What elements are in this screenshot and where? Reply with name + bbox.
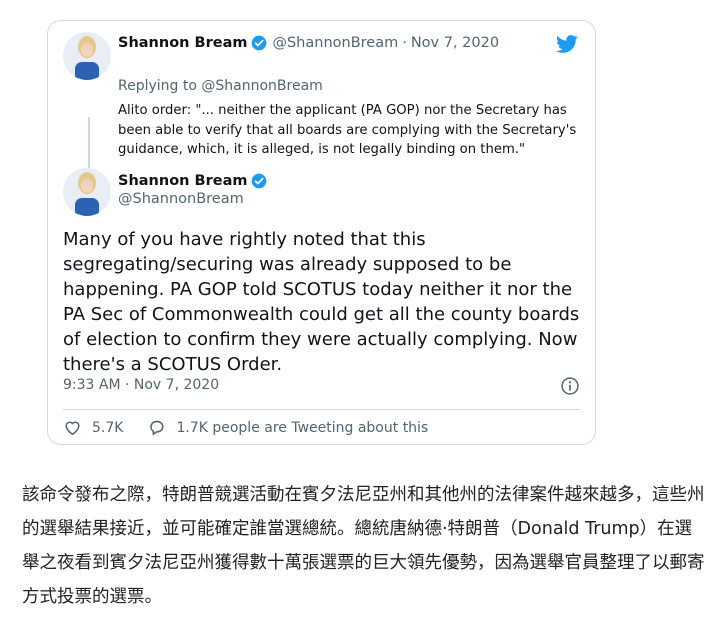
like-button[interactable]: 5.7K — [63, 418, 123, 437]
tweeting-about-text: 1.7K people are Tweeting about this — [176, 419, 429, 436]
replying-to-label[interactable]: Replying to @ShannonBream — [118, 78, 323, 94]
divider — [63, 409, 580, 410]
avatar[interactable] — [63, 32, 111, 80]
tweet-actions: 5.7K 1.7K people are Tweeting about this — [63, 418, 452, 437]
display-name[interactable]: Shannon Bream — [118, 173, 247, 189]
handle[interactable]: @ShannonBream — [118, 191, 244, 207]
reply-bubble-icon — [150, 420, 165, 435]
avatar-photo — [63, 32, 111, 80]
tweet-text: Many of you have rightly noted that this… — [63, 229, 580, 375]
like-count: 5.7K — [92, 419, 124, 436]
avatar-photo — [63, 168, 111, 216]
article-paragraph: 該命令發布之際，特朗普競選活動在賓夕法尼亞州和其他州的法律案件越來越多，這些州的… — [22, 485, 705, 607]
verified-badge-icon — [252, 35, 267, 51]
tweet-date[interactable]: Nov 7, 2020 — [411, 35, 499, 51]
avatar[interactable] — [63, 168, 111, 216]
twitter-bird-icon[interactable] — [555, 33, 579, 55]
tweeting-about-link[interactable]: 1.7K people are Tweeting about this — [147, 418, 428, 437]
heart-icon — [65, 421, 80, 435]
info-icon[interactable] — [560, 376, 580, 396]
separator-dot: · — [402, 35, 407, 51]
display-name[interactable]: Shannon Bream — [118, 35, 247, 51]
tweet-timestamp[interactable]: 9:33 AM · Nov 7, 2020 — [63, 377, 219, 393]
quoted-tweet-text: Alito order: "... neither the applicant … — [118, 103, 577, 157]
handle[interactable]: @ShannonBream — [272, 35, 398, 51]
tweet-embed-card[interactable]: Shannon Bream @ShannonBream · Nov 7, 202… — [47, 20, 596, 445]
verified-badge-icon — [252, 173, 267, 189]
